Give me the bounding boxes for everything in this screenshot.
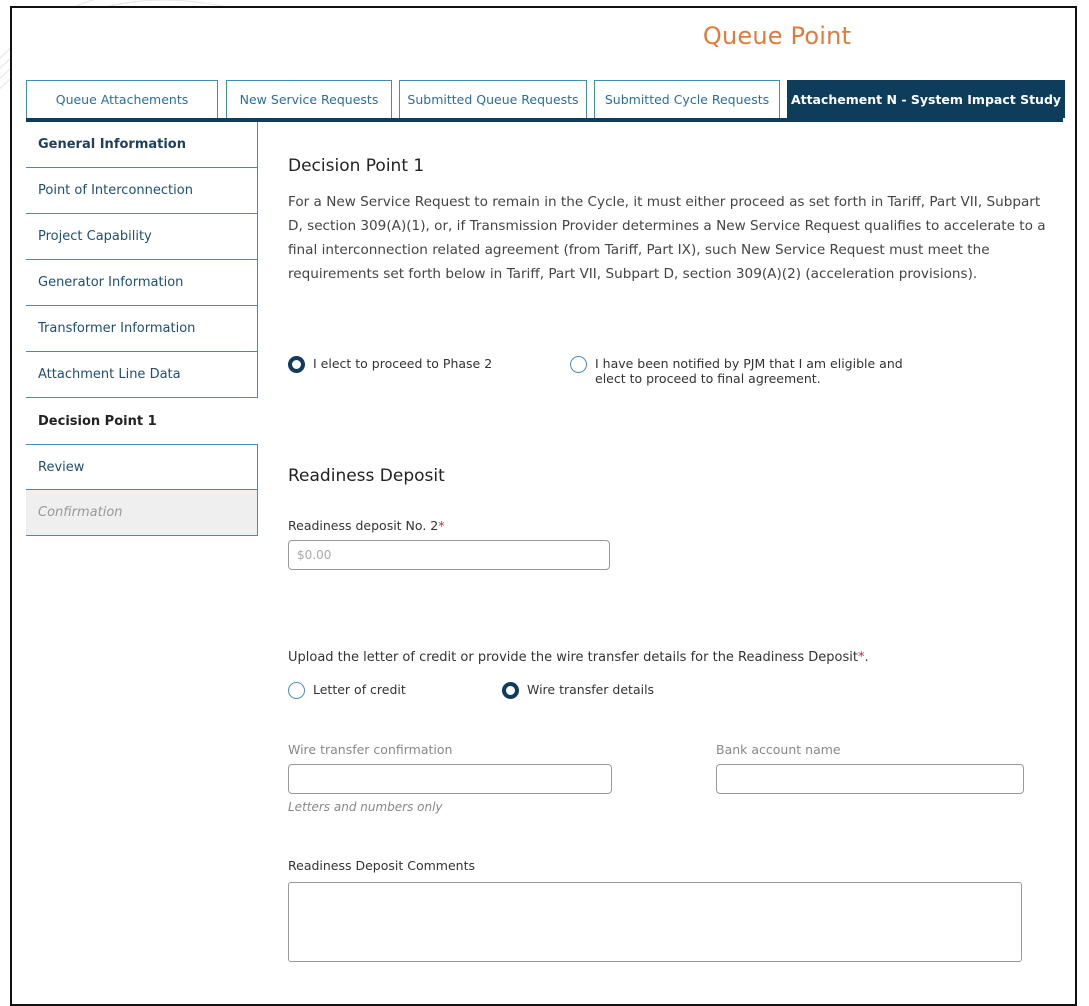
radio-wire-transfer-label: Wire transfer details [527,682,655,697]
radio-proceed-final-agreement[interactable]: I have been notified by PJM that I am el… [570,356,903,386]
sidebar-item-decision-point-1[interactable]: Decision Point 1 [26,398,258,444]
tab-submitted-queue-requests[interactable]: Submitted Queue Requests [399,80,587,118]
readiness-deposit-comments-label: Readiness Deposit Comments [288,858,476,873]
radio-wire-transfer-details[interactable]: Wire transfer details [502,682,654,699]
bank-account-name-label: Bank account name [716,742,841,757]
tab-new-service-requests[interactable]: New Service Requests [226,80,392,118]
radio-final-agreement-label-line1: I have been notified by PJM that I am el… [595,356,903,371]
readiness-deposit-comments-textarea[interactable] [288,882,1022,962]
sidebar-item-project-capability[interactable]: Project Capability [26,214,258,260]
radio-selected-icon[interactable] [288,356,305,373]
decision-point-description: For a New Service Request to remain in t… [288,194,1046,282]
wire-transfer-confirmation-input[interactable] [288,764,612,794]
wire-transfer-hint: Letters and numbers only [288,800,443,814]
upload-prompt: Upload the letter of credit or provide t… [288,650,869,665]
sidebar-item-generator-information[interactable]: Generator Information [26,260,258,306]
radio-selected-icon[interactable] [502,682,519,699]
radio-proceed-phase-2-label: I elect to proceed to Phase 2 [313,356,493,371]
required-marker: * [438,518,445,533]
decision-point-heading: Decision Point 1 [288,156,425,176]
sidebar-item-attachment-line-data[interactable]: Attachment Line Data [26,352,258,398]
tab-submitted-cycle-requests[interactable]: Submitted Cycle Requests [594,80,780,118]
bank-account-name-input[interactable] [716,764,1024,794]
app-title: Queue Point [702,22,852,50]
radio-unselected-icon[interactable] [288,682,305,699]
tab-bar: Queue Attachements New Service Requests … [12,80,1075,122]
sidebar-item-transformer-information[interactable]: Transformer Information [26,306,258,352]
wire-transfer-confirmation-label: Wire transfer confirmation [288,742,453,757]
sidebar-item-point-of-interconnection[interactable]: Point of Interconnection [26,168,258,214]
sidebar-nav: General Information Point of Interconnec… [26,122,258,536]
sidebar-item-confirmation: Confirmation [26,490,258,536]
sidebar-item-general-information[interactable]: General Information [26,122,258,168]
sidebar-item-review[interactable]: Review [26,444,258,490]
tab-attachement-n-system-impact-study[interactable]: Attachement N - System Impact Study [787,80,1065,118]
radio-unselected-icon[interactable] [570,356,587,373]
tab-queue-attachements[interactable]: Queue Attachements [26,80,218,118]
readiness-deposit-heading: Readiness Deposit [288,466,445,486]
radio-letter-of-credit-label: Letter of credit [313,682,406,697]
readiness-deposit-amount-label: Readiness deposit No. 2* [288,518,445,533]
app-window: Queue Point Queue Attachements New Servi… [10,6,1077,1006]
radio-final-agreement-label-line2: elect to proceed to final agreement. [595,371,821,386]
radio-letter-of-credit[interactable]: Letter of credit [288,682,406,699]
radio-proceed-phase-2[interactable]: I elect to proceed to Phase 2 [288,356,492,373]
readiness-deposit-amount-input[interactable] [288,540,610,570]
